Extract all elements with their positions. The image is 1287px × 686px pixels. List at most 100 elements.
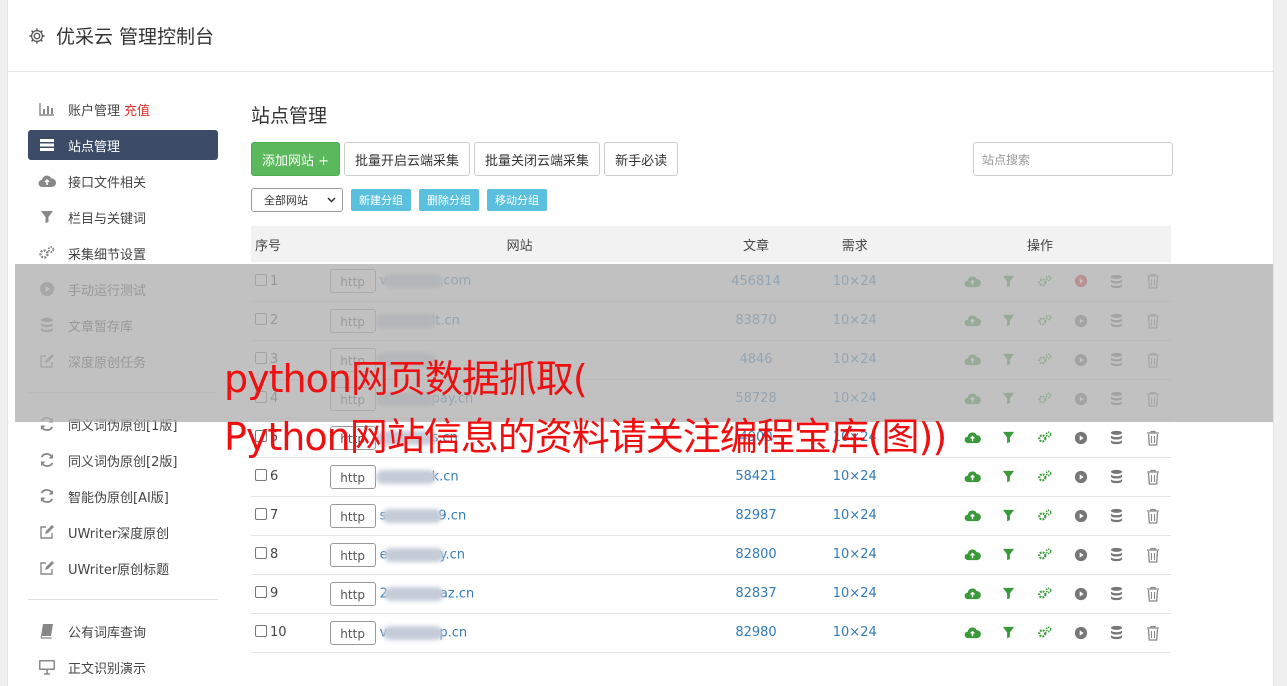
batch-disable-cloud-button[interactable]: 批量关闭云端采集 xyxy=(474,142,601,176)
settings-op-icon[interactable] xyxy=(1027,625,1063,640)
trash-op-icon[interactable] xyxy=(1135,430,1171,446)
trash-op-icon[interactable] xyxy=(1135,469,1171,485)
header-demand: 需求 xyxy=(841,238,868,254)
database-op-icon[interactable] xyxy=(1099,430,1135,445)
play-op-icon[interactable] xyxy=(1063,548,1099,562)
filter-op-icon[interactable] xyxy=(991,587,1027,600)
play-op-icon[interactable] xyxy=(1063,509,1099,523)
protocol-badge[interactable]: http xyxy=(329,581,376,606)
ops-cell xyxy=(909,418,1171,457)
demand-value[interactable]: 10×24 xyxy=(801,535,909,574)
cloud-upload-op-icon[interactable] xyxy=(955,548,991,561)
protocol-badge[interactable]: http xyxy=(329,464,376,489)
cloud-upload-icon xyxy=(38,173,56,189)
sidebar-item[interactable]: 账户管理 充值 xyxy=(28,94,218,124)
row-checkbox[interactable] xyxy=(255,625,267,637)
settings-op-icon[interactable] xyxy=(1027,430,1063,445)
group-select[interactable]: 全部网站 xyxy=(251,188,343,212)
cloud-upload-op-icon[interactable] xyxy=(955,509,991,522)
row-checkbox[interactable] xyxy=(255,547,267,559)
article-count[interactable]: 82980 xyxy=(712,613,801,652)
recharge-link[interactable]: 充值 xyxy=(124,100,150,119)
redacted-domain xyxy=(375,469,436,484)
settings-op-icon[interactable] xyxy=(1027,508,1063,523)
move-group-button[interactable]: 移动分组 xyxy=(487,189,547,211)
cloud-upload-op-icon[interactable] xyxy=(955,470,991,483)
protocol-badge[interactable]: http xyxy=(329,542,376,567)
play-op-icon[interactable] xyxy=(1063,470,1099,484)
row-checkbox[interactable] xyxy=(255,586,267,598)
row-checkbox[interactable] xyxy=(255,469,267,481)
database-op-icon[interactable] xyxy=(1099,469,1135,484)
database-op-icon[interactable] xyxy=(1099,586,1135,601)
row-number: 10 xyxy=(270,625,287,640)
demand-value[interactable]: 10×24 xyxy=(801,613,909,652)
site-domain-suffix[interactable]: az.cn xyxy=(440,586,474,601)
row-number: 8 xyxy=(270,547,279,562)
database-op-icon[interactable] xyxy=(1099,547,1135,562)
demand-value[interactable]: 10×24 xyxy=(801,457,909,496)
redacted-domain xyxy=(383,586,444,601)
trash-op-icon[interactable] xyxy=(1135,586,1171,602)
filter-op-icon[interactable] xyxy=(991,470,1027,483)
protocol-badge[interactable]: http xyxy=(329,503,376,528)
row-number: 6 xyxy=(270,469,279,484)
sidebar-item[interactable]: 接口文件相关 xyxy=(28,166,218,196)
cloud-upload-op-icon[interactable] xyxy=(955,587,991,600)
sidebar-item-label: 公有词库查询 xyxy=(68,625,147,641)
add-site-button[interactable]: 添加网站 + xyxy=(251,142,341,176)
sidebar-item[interactable]: 站点管理 xyxy=(28,130,218,160)
settings-op-icon[interactable] xyxy=(1027,469,1063,484)
site-domain-suffix[interactable]: p.cn xyxy=(439,625,467,640)
play-op-icon[interactable] xyxy=(1063,626,1099,640)
sidebar-item-label: 正文识别演示 xyxy=(68,661,147,677)
new-group-button[interactable]: 新建分组 xyxy=(351,189,411,211)
site-domain-suffix[interactable]: k.cn xyxy=(432,469,459,484)
database-op-icon[interactable] xyxy=(1099,508,1135,523)
settings-op-icon[interactable] xyxy=(1027,586,1063,601)
app-header: 优采云 管理控制台 xyxy=(8,0,1273,72)
cloud-upload-op-icon[interactable] xyxy=(955,626,991,639)
header-ops: 操作 xyxy=(1026,238,1053,254)
demand-value[interactable]: 10×24 xyxy=(801,574,909,613)
play-op-icon[interactable] xyxy=(1063,431,1099,445)
header-articles: 文章 xyxy=(743,238,770,254)
sidebar-item-label: UWriter深度原创 xyxy=(68,526,170,542)
filter-op-icon[interactable] xyxy=(991,509,1027,522)
row-checkbox[interactable] xyxy=(255,508,267,520)
trash-op-icon[interactable] xyxy=(1135,547,1171,563)
article-count[interactable]: 82987 xyxy=(712,496,801,535)
article-count[interactable]: 82837 xyxy=(712,574,801,613)
sidebar-item[interactable]: 正文识别演示 xyxy=(28,652,218,682)
sidebar-item[interactable]: UWriter原创标题 xyxy=(28,553,218,583)
sidebar-item[interactable]: 同义词伪原创[2版] xyxy=(28,445,218,475)
edit-icon xyxy=(38,560,56,576)
sidebar-item[interactable]: 栏目与关键词 xyxy=(28,202,218,232)
play-op-icon[interactable] xyxy=(1063,587,1099,601)
cloud-upload-op-icon[interactable] xyxy=(955,431,991,444)
site-search-input[interactable]: 站点搜索 xyxy=(973,142,1173,176)
gear-icon[interactable] xyxy=(28,27,46,45)
demand-value[interactable]: 10×24 xyxy=(801,496,909,535)
filter-op-icon[interactable] xyxy=(991,431,1027,444)
filter-op-icon[interactable] xyxy=(991,626,1027,639)
article-count[interactable]: 58421 xyxy=(712,457,801,496)
sidebar-item-label: UWriter原创标题 xyxy=(68,562,170,578)
bar-chart-icon xyxy=(38,101,56,117)
site-domain-suffix[interactable]: 9.cn xyxy=(438,508,466,523)
protocol-badge[interactable]: http xyxy=(329,620,376,645)
article-count[interactable]: 82800 xyxy=(712,535,801,574)
settings-op-icon[interactable] xyxy=(1027,547,1063,562)
sidebar-item[interactable]: 智能伪原创[AI版] xyxy=(28,481,218,511)
sidebar-item[interactable]: UWriter深度原创 xyxy=(28,517,218,547)
batch-enable-cloud-button[interactable]: 批量开启云端采集 xyxy=(344,142,471,176)
trash-op-icon[interactable] xyxy=(1135,625,1171,641)
beginner-guide-button[interactable]: 新手必读 xyxy=(604,142,679,176)
watermark-overlay xyxy=(15,264,1273,422)
filter-op-icon[interactable] xyxy=(991,548,1027,561)
sidebar-item[interactable]: 公有词库查询 xyxy=(28,616,218,646)
row-actions xyxy=(909,547,1171,563)
trash-op-icon[interactable] xyxy=(1135,508,1171,524)
delete-group-button[interactable]: 删除分组 xyxy=(419,189,479,211)
database-op-icon[interactable] xyxy=(1099,625,1135,640)
